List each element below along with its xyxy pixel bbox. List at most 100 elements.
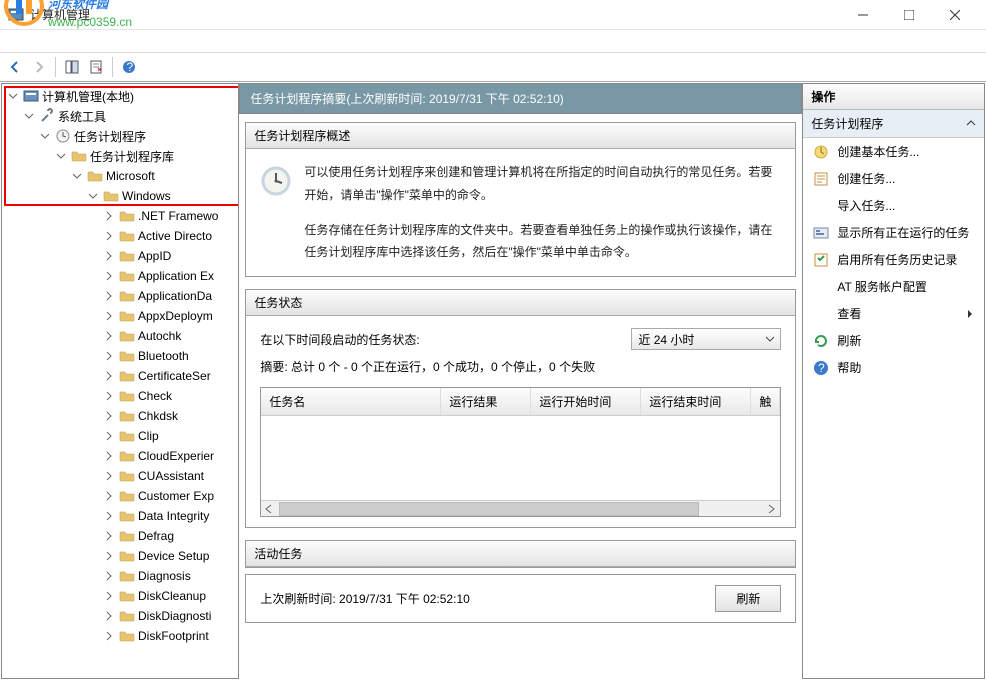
toolbar-help-button[interactable]: ? [118, 56, 140, 78]
navigation-tree[interactable]: 计算机管理(本地)系统工具任务计划程序任务计划程序库MicrosoftWindo… [1, 83, 239, 679]
tree-expander[interactable] [102, 389, 116, 403]
minimize-button[interactable] [840, 0, 886, 30]
action-help[interactable]: ? 帮助 [803, 354, 984, 381]
tree-expander[interactable] [102, 289, 116, 303]
col-result[interactable]: 运行结果 [441, 388, 531, 415]
tree-expander[interactable] [102, 449, 116, 463]
action-view[interactable]: 查看 [803, 300, 984, 327]
tree-windows[interactable]: Windows [2, 186, 238, 206]
tree-expander[interactable] [102, 629, 116, 643]
tree-expander[interactable] [102, 209, 116, 223]
tree-expander[interactable] [70, 169, 84, 183]
tree-expander[interactable] [102, 429, 116, 443]
tree-folder-11[interactable]: Clip [2, 426, 238, 446]
horizontal-scrollbar[interactable] [261, 500, 780, 516]
action-refresh[interactable]: 刷新 [803, 327, 984, 354]
col-end[interactable]: 运行结束时间 [641, 388, 751, 415]
tree-folder-12[interactable]: CloudExperier [2, 446, 238, 466]
task-icon [813, 171, 829, 187]
col-trigger[interactable]: 触 [751, 388, 780, 415]
tree-expander[interactable] [102, 329, 116, 343]
tree-folder-8[interactable]: CertificateSer [2, 366, 238, 386]
menu-bar: 文件(F) 操作(A) 查看(V) 帮助(H) [0, 30, 986, 52]
tree-folder-20[interactable]: DiskDiagnosti [2, 606, 238, 626]
forward-button[interactable] [28, 56, 50, 78]
back-button[interactable] [4, 56, 26, 78]
tree-folder-16[interactable]: Defrag [2, 526, 238, 546]
tree-task-scheduler[interactable]: 任务计划程序 [2, 126, 238, 146]
toolbar-properties-button[interactable] [85, 56, 107, 78]
tree-microsoft[interactable]: Microsoft [2, 166, 238, 186]
menu-view[interactable]: 查看(V) [115, 31, 171, 52]
tree-expander[interactable] [102, 469, 116, 483]
tree-expander[interactable] [102, 309, 116, 323]
scroll-left-icon[interactable] [261, 502, 277, 516]
action-create-basic-task[interactable]: 创建基本任务... [803, 138, 984, 165]
table-header: 任务名 运行结果 运行开始时间 运行结束时间 触 [261, 388, 780, 416]
tree-folder-9[interactable]: Check [2, 386, 238, 406]
tree-folder-2[interactable]: AppID [2, 246, 238, 266]
tree-folder-4[interactable]: ApplicationDa [2, 286, 238, 306]
tree-system-tools[interactable]: 系统工具 [2, 106, 238, 126]
tree-expander[interactable] [86, 189, 100, 203]
tree-expander[interactable] [102, 409, 116, 423]
action-import-task[interactable]: 导入任务... [803, 192, 984, 219]
action-show-running[interactable]: 显示所有正在运行的任务 [803, 219, 984, 246]
tree-expander[interactable] [102, 529, 116, 543]
tree-expander[interactable] [102, 569, 116, 583]
toolbar-pane-button[interactable] [61, 56, 83, 78]
svg-text:?: ? [127, 60, 134, 74]
col-start[interactable]: 运行开始时间 [531, 388, 641, 415]
clock-icon [260, 165, 292, 197]
menu-file[interactable]: 文件(F) [4, 31, 59, 52]
maximize-button[interactable] [886, 0, 932, 30]
tree-task-library[interactable]: 任务计划程序库 [2, 146, 238, 166]
tree-folder-15[interactable]: Data Integrity [2, 506, 238, 526]
refresh-icon [813, 333, 829, 349]
actions-group-label[interactable]: 任务计划程序 [803, 110, 984, 138]
tree-expander[interactable] [22, 109, 36, 123]
tree-folder-10[interactable]: Chkdsk [2, 406, 238, 426]
scroll-right-icon[interactable] [764, 502, 780, 516]
tree-expander[interactable] [102, 609, 116, 623]
tree-root[interactable]: 计算机管理(本地) [2, 86, 238, 106]
tree-folder-7[interactable]: Bluetooth [2, 346, 238, 366]
col-task-name[interactable]: 任务名 [261, 388, 441, 415]
tree-expander[interactable] [38, 129, 52, 143]
tree-folder-19[interactable]: DiskCleanup [2, 586, 238, 606]
tree-expander[interactable] [102, 349, 116, 363]
tree-folder-1[interactable]: Active Directo [2, 226, 238, 246]
tree-expander[interactable] [102, 269, 116, 283]
tree-expander[interactable] [102, 509, 116, 523]
refresh-button[interactable]: 刷新 [715, 585, 781, 612]
period-dropdown[interactable]: 近 24 小时 [631, 328, 781, 350]
action-enable-history[interactable]: 启用所有任务历史记录 [803, 246, 984, 273]
scroll-thumb[interactable] [279, 502, 699, 516]
tree-folder-6[interactable]: Autochk [2, 326, 238, 346]
task-result-table[interactable]: 任务名 运行结果 运行开始时间 运行结束时间 触 [260, 387, 781, 517]
tree-expander[interactable] [102, 549, 116, 563]
tree-folder-17[interactable]: Device Setup [2, 546, 238, 566]
tree-folder-21[interactable]: DiskFootprint [2, 626, 238, 646]
tree-expander[interactable] [102, 369, 116, 383]
overview-text-1: 可以使用任务计划程序来创建和管理计算机将在所指定的时间自动执行的常见任务。若要开… [304, 161, 781, 207]
tree-expander[interactable] [6, 89, 20, 103]
tree-folder-14[interactable]: Customer Exp [2, 486, 238, 506]
tree-expander[interactable] [102, 229, 116, 243]
action-at-account[interactable]: AT 服务帐户配置 [803, 273, 984, 300]
menu-action[interactable]: 操作(A) [59, 31, 115, 52]
tree-folder-13[interactable]: CUAssistant [2, 466, 238, 486]
tree-expander[interactable] [102, 249, 116, 263]
tree-folder-5[interactable]: AppxDeploym [2, 306, 238, 326]
action-create-task[interactable]: 创建任务... [803, 165, 984, 192]
tree-folder-0[interactable]: .NET Framewo [2, 206, 238, 226]
overview-text-2: 任务存储在任务计划程序库的文件夹中。若要查看单独任务上的操作或执行该操作，请在任… [304, 219, 781, 265]
close-button[interactable] [932, 0, 978, 30]
overview-section: 任务计划程序概述 可以使用任务计划程序来创建和管理计算机将在所指定的时间自动执行… [245, 122, 796, 277]
tree-expander[interactable] [54, 149, 68, 163]
tree-folder-3[interactable]: Application Ex [2, 266, 238, 286]
tree-folder-18[interactable]: Diagnosis [2, 566, 238, 586]
tree-expander[interactable] [102, 589, 116, 603]
tree-expander[interactable] [102, 489, 116, 503]
menu-help[interactable]: 帮助(H) [171, 31, 228, 52]
